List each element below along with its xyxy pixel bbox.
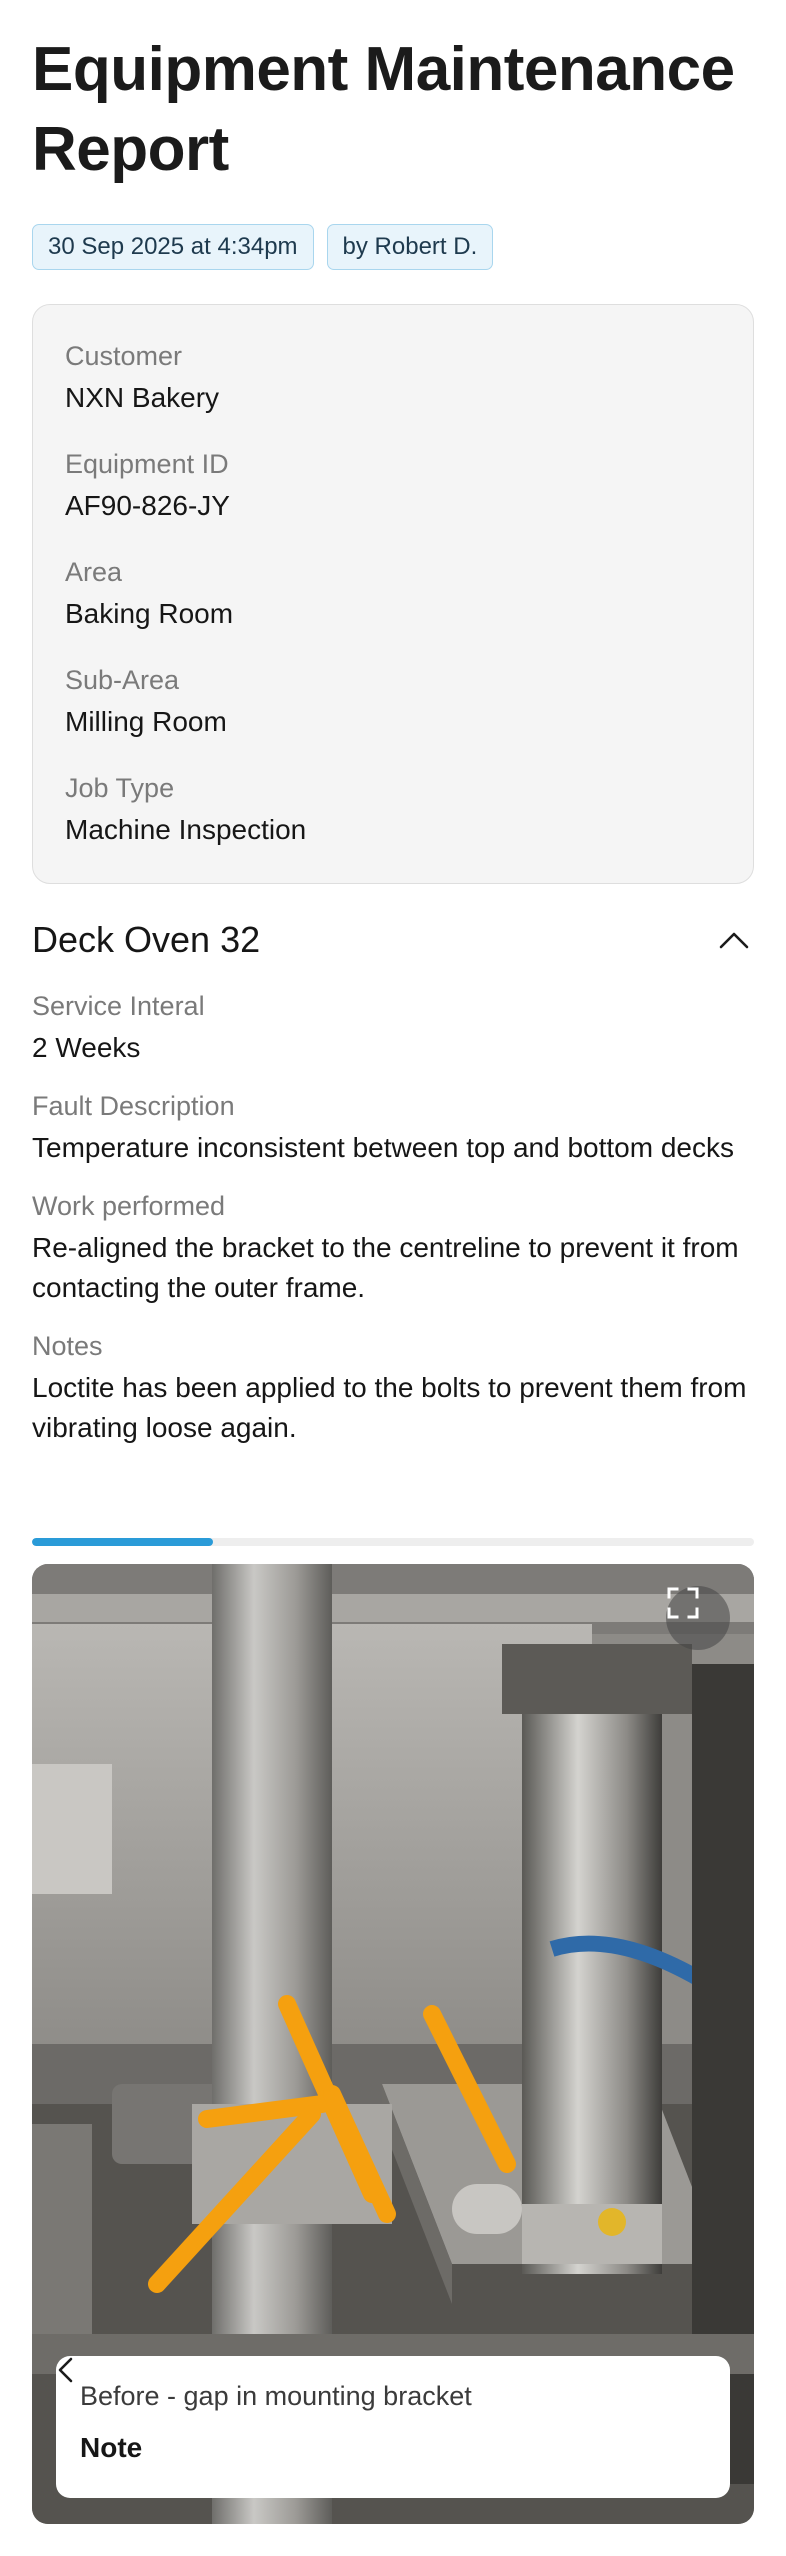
customer-label: Customer: [65, 341, 183, 371]
equipment-id-field: Equipment ID AF90-826-JY: [65, 446, 721, 554]
fault-description-label: Fault Description: [32, 1091, 235, 1121]
equipment-id-label: Equipment ID: [65, 449, 229, 479]
service-interval-label: Service Interal: [32, 991, 205, 1021]
service-interval-value: 2 Weeks: [32, 1032, 141, 1063]
equipment-section-header[interactable]: Deck Oven 32: [32, 910, 754, 970]
sub-area-field: Sub-Area Milling Room: [65, 662, 721, 770]
customer-field: Customer NXN Bakery: [65, 338, 721, 446]
job-type-value: Machine Inspection: [65, 814, 307, 845]
photo-caption: Before - gap in mounting bracket: [80, 2381, 472, 2411]
job-info-card: Customer NXN Bakery Equipment ID AF90-82…: [32, 304, 754, 884]
notes-value: Loctite has been applied to the bolts to…: [32, 1372, 747, 1443]
gallery-progress-fill: [32, 1538, 213, 1546]
fault-description-field: Fault Description Temperature inconsiste…: [32, 1088, 754, 1168]
work-performed-field: Work performed Re-aligned the bracket to…: [32, 1188, 754, 1308]
customer-value: NXN Bakery: [65, 382, 220, 413]
note-label: Note: [80, 2432, 143, 2463]
page-title: Equipment Maintenance Report: [32, 35, 735, 184]
maintenance-photo[interactable]: Before - gap in mounting bracket Note: [32, 1564, 754, 2524]
report-page: Equipment Maintenance Report 30 Sep 2025…: [0, 0, 786, 2556]
notes-field: Notes Loctite has been applied to the bo…: [32, 1328, 754, 1448]
photo-caption-card: Before - gap in mounting bracket Note: [56, 2356, 730, 2498]
expand-photo-button[interactable]: [666, 1586, 730, 1650]
equipment-id-value: AF90-826-JY: [65, 490, 230, 521]
service-interval-field: Service Interal 2 Weeks: [32, 988, 754, 1068]
area-value: Baking Room: [65, 598, 234, 629]
sub-area-label: Sub-Area: [65, 665, 180, 695]
equipment-details: Service Interal 2 Weeks Fault Descriptio…: [32, 988, 754, 1468]
notes-label: Notes: [32, 1331, 103, 1361]
meta-badges: 30 Sep 2025 at 4:34pm by Robert D.: [32, 224, 494, 270]
note-toggle[interactable]: Note: [58, 2357, 706, 2464]
area-field: Area Baking Room: [65, 554, 721, 662]
date-badge: 30 Sep 2025 at 4:34pm: [32, 224, 314, 270]
gallery-progress-bar: [32, 1538, 754, 1546]
sub-area-value: Milling Room: [65, 706, 227, 737]
chevron-left-icon: [58, 2357, 73, 2383]
fault-description-value: Temperature inconsistent between top and…: [32, 1132, 734, 1163]
job-type-label: Job Type: [65, 773, 175, 803]
work-performed-label: Work performed: [32, 1191, 226, 1221]
section-title: Deck Oven 32: [32, 919, 261, 960]
job-type-field: Job Type Machine Inspection: [65, 770, 721, 878]
expand-icon: [667, 1587, 699, 1619]
work-performed-value: Re-aligned the bracket to the centreline…: [32, 1232, 739, 1303]
area-label: Area: [65, 557, 123, 587]
chevron-up-icon[interactable]: [714, 920, 754, 960]
author-badge: by Robert D.: [326, 224, 494, 270]
